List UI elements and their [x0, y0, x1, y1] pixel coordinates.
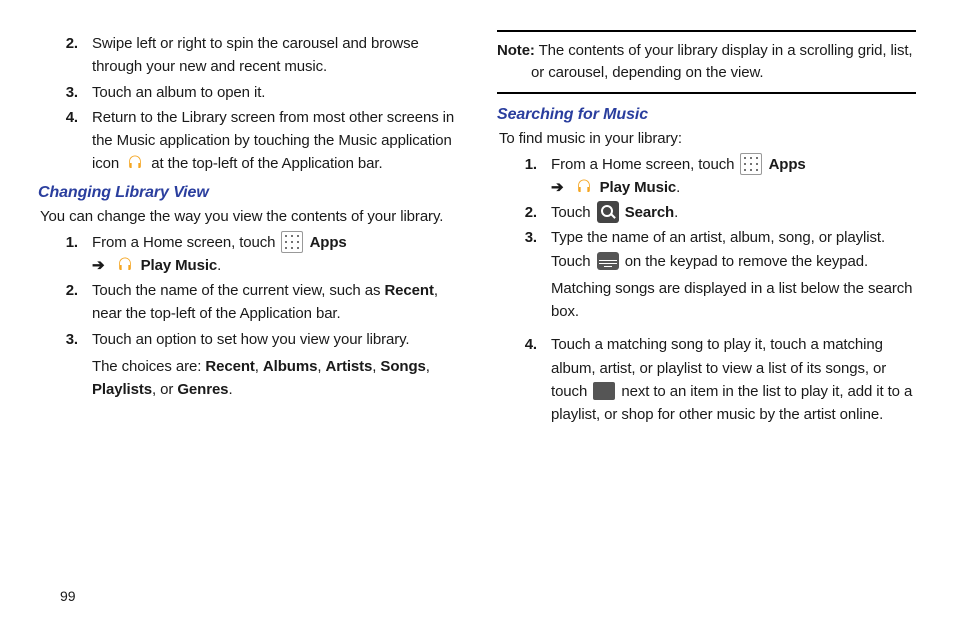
step-4: 4. Touch a matching song to play it, tou… — [497, 333, 916, 426]
step-text: Touch the name of the current view, such… — [92, 279, 457, 326]
step-number: 3. — [38, 81, 92, 104]
step-text: Type the name of an artist, album, song,… — [551, 226, 916, 323]
step-1: 1. From a Home screen, touch Apps ➔ Play… — [497, 153, 916, 200]
play-music-icon — [574, 177, 594, 197]
step-3: 3. Touch an option to set how you view y… — [38, 328, 457, 402]
top-continued-steps: 2. Swipe left or right to spin the carou… — [38, 32, 457, 176]
choice-songs: Songs — [380, 358, 425, 375]
step-number: 3. — [38, 328, 92, 351]
heading-searching-for-music: Searching for Music — [497, 106, 916, 124]
arrow-icon: ➔ — [551, 179, 563, 196]
apps-grid-icon — [740, 153, 762, 175]
step-text: Touch a matching song to play it, touch … — [551, 333, 916, 426]
step-1a: From a Home screen, touch — [92, 234, 279, 251]
step-text: Swipe left or right to spin the carousel… — [92, 32, 457, 79]
note-body: The contents of your library display in … — [531, 42, 913, 81]
step-number: 4. — [38, 106, 92, 129]
recent-label: Recent — [384, 282, 433, 299]
search-icon — [597, 201, 619, 223]
step-4b: at the top-left of the Application bar. — [151, 155, 382, 172]
step-1: 1. From a Home screen, touch Apps ➔ Play… — [38, 231, 457, 278]
step-number: 2. — [38, 32, 92, 55]
choice-playlists: Playlists — [92, 381, 152, 398]
step-3-sub: The choices are: Recent, Albums, Artists… — [92, 355, 457, 402]
step-3-sub: Matching songs are displayed in a list b… — [551, 277, 916, 324]
heading-changing-library-view: Changing Library View — [38, 184, 457, 202]
step-text: Return to the Library screen from most o… — [92, 106, 457, 176]
music-app-icon — [125, 153, 145, 173]
arrow-icon: ➔ — [92, 257, 104, 274]
right-column: Note: The contents of your library displ… — [497, 30, 916, 428]
step-number: 1. — [497, 153, 551, 176]
step-text: Touch an option to set how you view your… — [92, 328, 457, 402]
note-block: Note: The contents of your library displ… — [497, 30, 916, 94]
section-intro: To find music in your library: — [499, 128, 916, 149]
page-number: 99 — [60, 588, 76, 604]
section-intro: You can change the way you view the cont… — [40, 206, 457, 227]
play-music-label: Play Music — [600, 179, 677, 196]
choice-genres: Genres — [177, 381, 228, 398]
search-label: Search — [625, 204, 674, 221]
step-3a: Touch an option to set how you view your… — [92, 331, 410, 348]
step-number: 1. — [38, 231, 92, 254]
choices-intro: The choices are: — [92, 358, 205, 375]
period: . — [217, 257, 221, 274]
step-2: 2. Swipe left or right to spin the carou… — [38, 32, 457, 79]
step-number: 3. — [497, 226, 551, 249]
step-3b: on the keypad to remove the keypad. — [625, 253, 868, 270]
choice-recent: Recent — [205, 358, 254, 375]
left-column: 2. Swipe left or right to spin the carou… — [38, 30, 457, 428]
note-text: Note: The contents of your library displ… — [497, 40, 916, 84]
step-number: 4. — [497, 333, 551, 356]
step-text: From a Home screen, touch Apps ➔ Play Mu… — [551, 153, 916, 200]
keypad-dismiss-icon — [597, 252, 619, 270]
apps-grid-icon — [281, 231, 303, 253]
note-label: Note: — [497, 42, 535, 59]
play-music-label: Play Music — [141, 257, 218, 274]
step-text: Touch an album to open it. — [92, 81, 457, 104]
step-4: 4. Return to the Library screen from mos… — [38, 106, 457, 176]
changing-view-steps: 1. From a Home screen, touch Apps ➔ Play… — [38, 231, 457, 402]
step-text: From a Home screen, touch Apps ➔ Play Mu… — [92, 231, 457, 278]
period: . — [674, 204, 678, 221]
step-1a: From a Home screen, touch — [551, 156, 738, 173]
step-text: Touch Search. — [551, 201, 916, 224]
searching-steps: 1. From a Home screen, touch Apps ➔ Play… — [497, 153, 916, 427]
choice-albums: Albums — [263, 358, 317, 375]
step-2a: Touch the name of the current view, such… — [92, 282, 384, 299]
step-number: 2. — [38, 279, 92, 302]
step-2: 2. Touch Search. — [497, 201, 916, 224]
choice-artists: Artists — [325, 358, 372, 375]
apps-label: Apps — [310, 234, 347, 251]
step-3: 3. Type the name of an artist, album, so… — [497, 226, 916, 323]
period: . — [676, 179, 680, 196]
play-music-icon — [115, 255, 135, 275]
step-2: 2. Touch the name of the current view, s… — [38, 279, 457, 326]
apps-label: Apps — [769, 156, 806, 173]
manual-page: 2. Swipe left or right to spin the carou… — [0, 0, 954, 428]
step-3: 3. Touch an album to open it. — [38, 81, 457, 104]
step-2a: Touch — [551, 204, 595, 221]
item-menu-icon — [593, 382, 615, 400]
step-number: 2. — [497, 201, 551, 224]
